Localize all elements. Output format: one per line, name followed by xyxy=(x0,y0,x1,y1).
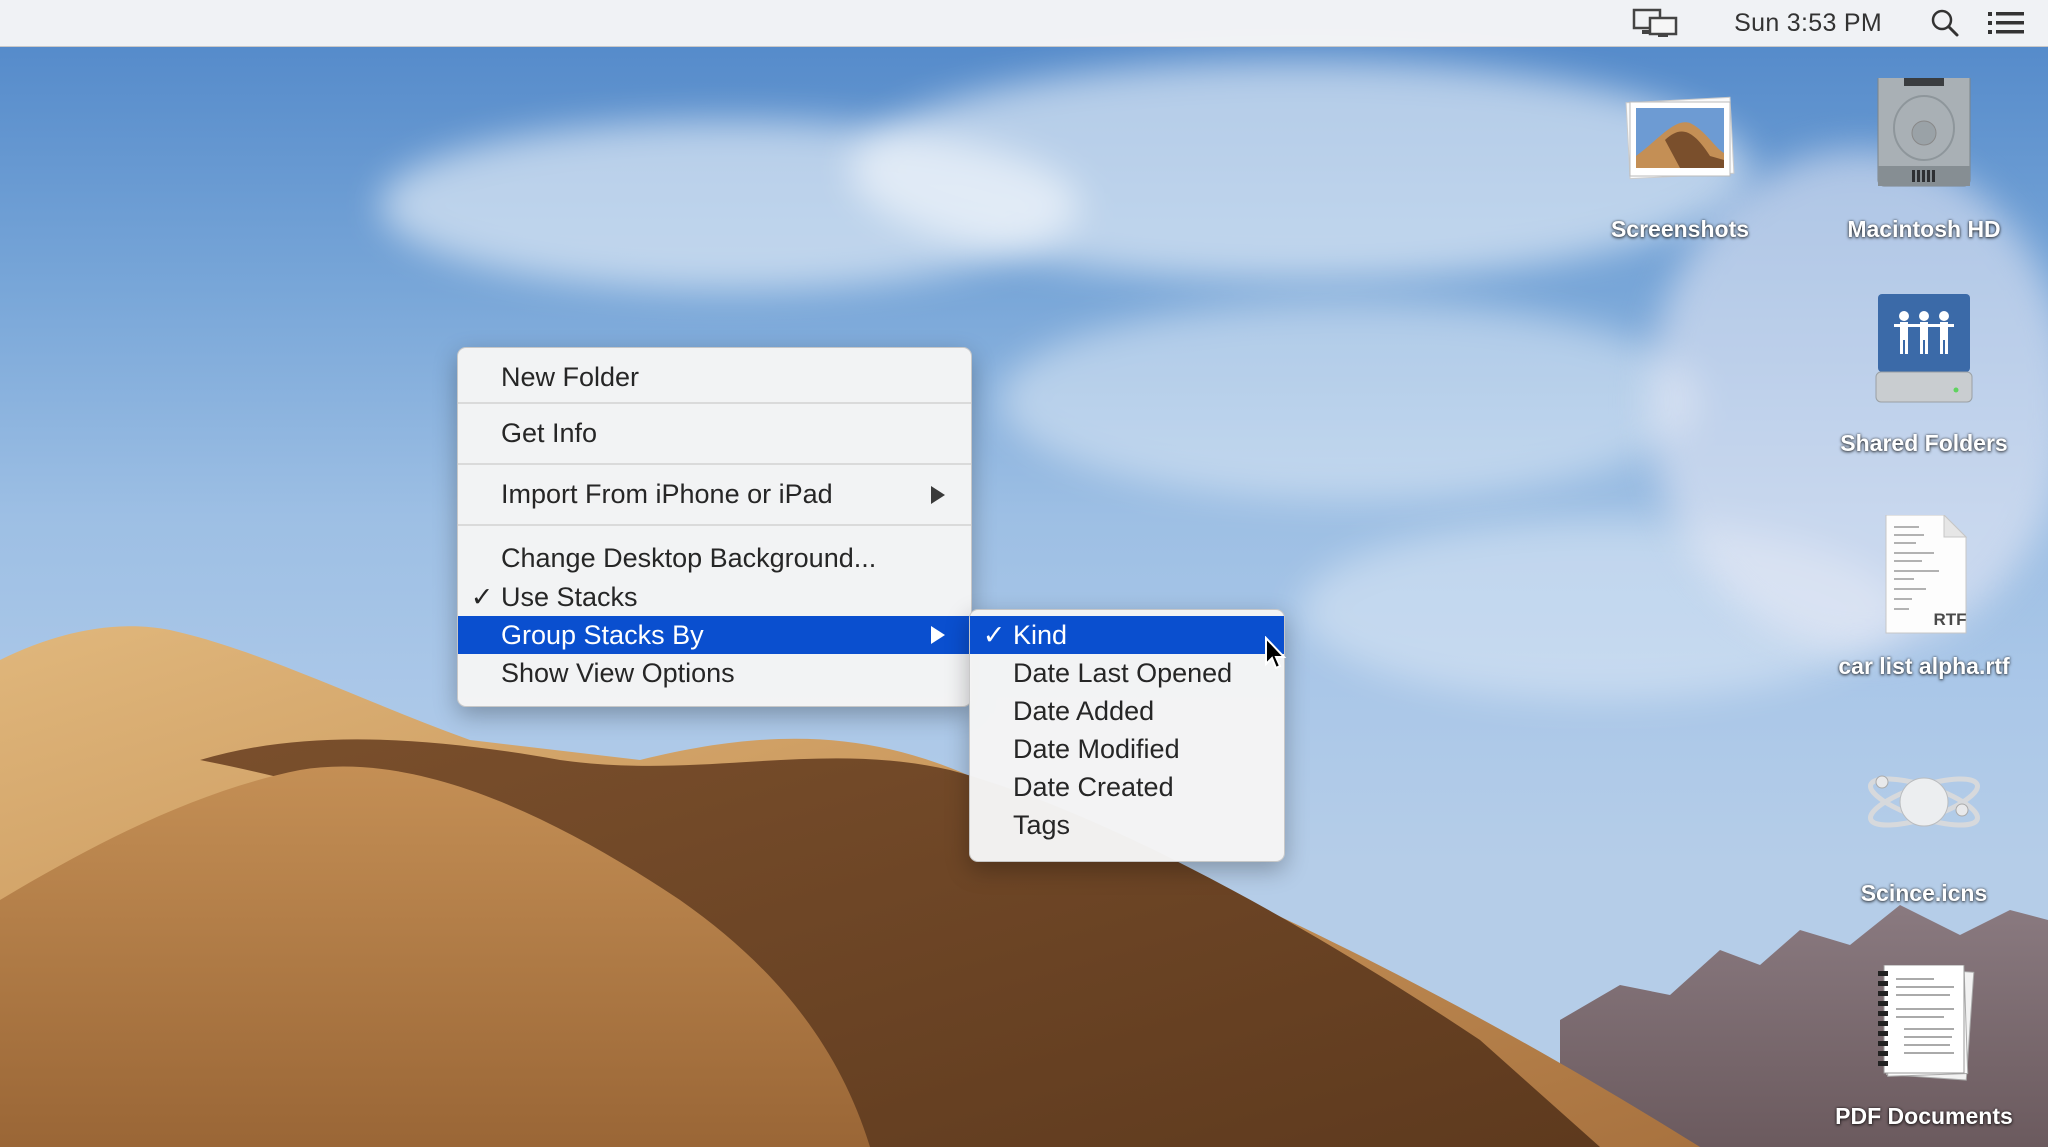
menu-item-label: Date Last Opened xyxy=(1013,657,1233,688)
menu-item-label: Import From iPhone or iPad xyxy=(501,479,833,509)
desktop-icon-label: car list alpha.rtf xyxy=(1838,653,2010,679)
menu-item-label: New Folder xyxy=(501,361,640,392)
submenu-item-tags[interactable]: Tags xyxy=(970,806,1284,844)
rtf-badge: RTF xyxy=(1933,610,1966,629)
menu-item-change-desktop-background[interactable]: Change Desktop Background... xyxy=(458,538,971,578)
submenu-item-kind[interactable]: ✓ Kind xyxy=(970,616,1284,654)
hard-drive-icon xyxy=(1864,67,1984,198)
desktop-icon-label: Macintosh HD xyxy=(1847,216,2001,242)
menu-bar-clock[interactable]: Sun 3:53 PM xyxy=(1720,0,1896,46)
menu-item-label: Use Stacks xyxy=(501,581,638,612)
desktop[interactable]: Screenshots Macintosh HD Shared Folders … xyxy=(0,0,2048,1147)
submenu-arrow-icon xyxy=(931,485,945,504)
document-stack-icon xyxy=(1864,964,1984,1085)
rtf-document-icon: RTF xyxy=(1864,513,1984,635)
menu-item-label: Group Stacks By xyxy=(501,619,704,650)
desktop-icon-shared-folders[interactable]: Shared Folders xyxy=(1829,292,2019,457)
checkmark-icon: ✓ xyxy=(982,619,1006,650)
desktop-icon-screenshots[interactable]: Screenshots xyxy=(1585,78,1775,243)
menu-item-show-view-options[interactable]: Show View Options xyxy=(458,654,971,692)
menu-item-use-stacks[interactable]: ✓ Use Stacks xyxy=(458,578,971,616)
menu-item-new-folder[interactable]: New Folder xyxy=(458,352,971,402)
atom-icon xyxy=(1864,742,1984,862)
submenu-item-date-modified[interactable]: Date Modified xyxy=(970,730,1284,768)
menu-item-label: Show View Options xyxy=(501,657,735,688)
desktop-icon-label: PDF Documents xyxy=(1835,1103,2013,1129)
desktop-icon-label: Shared Folders xyxy=(1840,430,2008,456)
menu-separator xyxy=(458,524,971,526)
shared-drive-icon xyxy=(1864,292,1984,412)
menu-item-label: Date Added xyxy=(1013,695,1155,726)
spotlight-search-icon[interactable] xyxy=(1916,0,1974,46)
menu-item-label: Get Info xyxy=(501,418,598,448)
menu-item-label: Tags xyxy=(1013,809,1071,840)
menu-item-label: Change Desktop Background... xyxy=(501,542,877,573)
menu-item-get-info[interactable]: Get Info xyxy=(458,404,971,463)
menu-item-label: Date Created xyxy=(1013,771,1174,802)
submenu-item-date-added[interactable]: Date Added xyxy=(970,692,1284,730)
photo-stack-icon xyxy=(1620,78,1740,198)
submenu-arrow-icon xyxy=(931,626,945,644)
desktop-context-menu: New Folder Get Info Import From iPhone o… xyxy=(457,347,972,707)
desktop-icon-pdf-documents[interactable]: PDF Documents xyxy=(1829,964,2019,1130)
group-stacks-by-submenu: ✓ Kind Date Last Opened Date Added Date … xyxy=(969,609,1285,862)
mouse-pointer-icon xyxy=(1265,636,1287,670)
checkmark-icon: ✓ xyxy=(470,581,494,612)
menu-item-group-stacks-by[interactable]: Group Stacks By xyxy=(458,616,971,654)
submenu-item-date-last-opened[interactable]: Date Last Opened xyxy=(970,654,1284,692)
submenu-item-date-created[interactable]: Date Created xyxy=(970,768,1284,806)
desktop-icon-car-list-alpha-rtf[interactable]: RTF car list alpha.rtf xyxy=(1829,513,2019,680)
menu-bar: Sun 3:53 PM xyxy=(0,0,2048,47)
notification-center-icon[interactable] xyxy=(1974,0,2038,46)
desktop-icon-scince-icns[interactable]: Scince.icns xyxy=(1829,742,2019,907)
desktop-icon-label: Scince.icns xyxy=(1860,880,1988,906)
screen-mirroring-icon[interactable] xyxy=(1618,0,1694,46)
desktop-icon-label: Screenshots xyxy=(1610,216,1750,242)
menu-item-label: Kind xyxy=(1013,619,1068,650)
desktop-icon-macintosh-hd[interactable]: Macintosh HD xyxy=(1829,67,2019,243)
menu-item-import-from-iphone[interactable]: Import From iPhone or iPad xyxy=(458,465,971,524)
menu-item-label: Date Modified xyxy=(1013,733,1180,764)
